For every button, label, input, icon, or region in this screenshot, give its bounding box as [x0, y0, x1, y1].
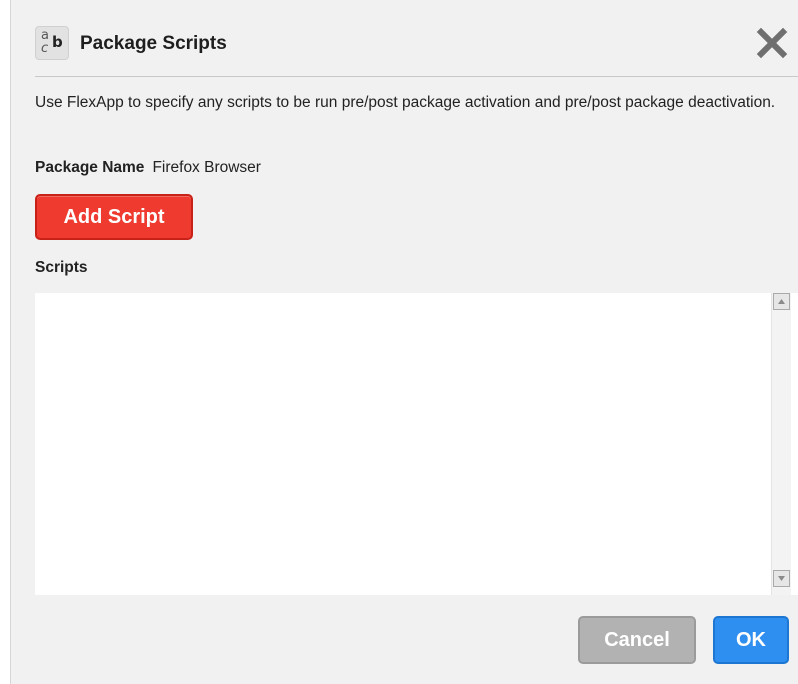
close-icon — [756, 27, 788, 59]
package-scripts-dialog: acb Package Scripts Use FlexApp to speci… — [10, 0, 798, 684]
dialog-title: Package Scripts — [80, 33, 227, 54]
scroll-up-button[interactable] — [773, 293, 790, 310]
scroll-down-button[interactable] — [773, 570, 790, 587]
dialog-description: Use FlexApp to specify any scripts to be… — [35, 94, 776, 111]
scripts-label: Scripts — [35, 259, 88, 276]
header-divider — [35, 76, 798, 77]
scroll-up-icon — [778, 299, 785, 304]
text-abc-icon: acb — [35, 26, 69, 60]
package-name-row: Package Name Firefox Browser — [35, 159, 261, 177]
scroll-down-icon — [778, 576, 785, 581]
scripts-scrollbar[interactable] — [771, 293, 791, 595]
cancel-button[interactable]: Cancel — [578, 616, 696, 664]
scripts-list[interactable] — [35, 293, 798, 595]
add-script-button[interactable]: Add Script — [35, 194, 193, 240]
package-name-label: Package Name — [35, 159, 145, 176]
package-name-value: Firefox Browser — [152, 159, 261, 176]
ok-button[interactable]: OK — [713, 616, 789, 664]
close-button[interactable] — [755, 26, 789, 60]
dialog-header: acb Package Scripts — [35, 26, 798, 68]
